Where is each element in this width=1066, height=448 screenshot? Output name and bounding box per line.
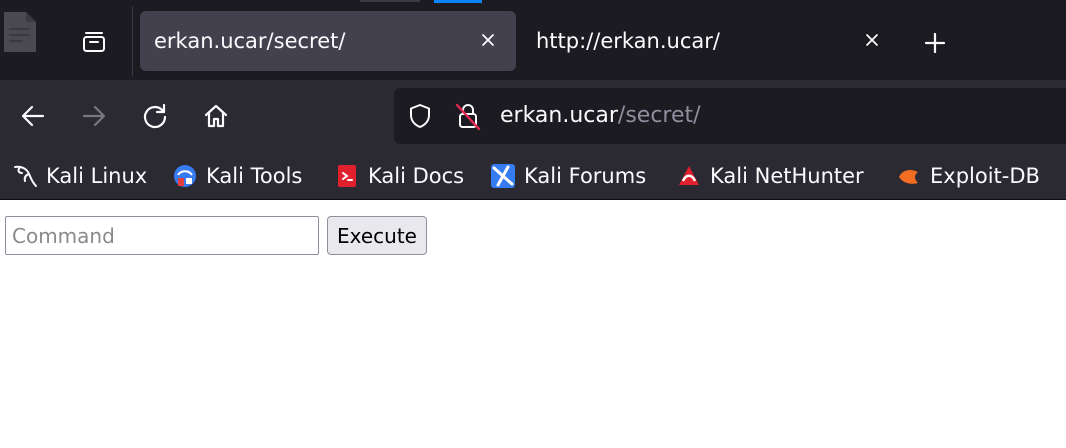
url-path: /secret/ (617, 103, 701, 128)
url-text[interactable]: erkan.ucar/secret/ (500, 103, 701, 128)
forward-arrow-icon (82, 105, 106, 127)
kali-dragon-icon (12, 163, 38, 189)
bookmark-exploit-db[interactable]: Exploit-DB (896, 160, 1040, 192)
home-button[interactable] (196, 96, 236, 136)
kali-nethunter-icon (676, 163, 702, 189)
command-input[interactable] (5, 216, 319, 255)
tab-active[interactable]: erkan.ucar/secret/ (140, 11, 516, 71)
back-button[interactable] (13, 96, 53, 136)
shield-icon[interactable] (406, 102, 434, 130)
bookmark-label: Kali Tools (206, 164, 303, 188)
bookmarks-toolbar: Kali Linux Kali Tools Kali Docs Kali For… (0, 152, 1066, 200)
insecure-lock-icon[interactable] (452, 100, 484, 132)
bookmark-kali-docs[interactable]: Kali Docs (334, 160, 464, 192)
exploit-db-icon (896, 163, 922, 189)
bookmark-label: Kali Docs (368, 164, 465, 188)
home-icon (204, 104, 228, 128)
tab-strip: erkan.ucar/secret/ http://erkan.ucar/ (0, 0, 1066, 80)
tab-list-icon (83, 32, 105, 52)
file-icon (4, 12, 36, 52)
bookmark-label: Kali NetHunter (710, 164, 864, 188)
list-all-tabs-button[interactable] (74, 22, 114, 62)
kali-tools-icon (172, 163, 198, 189)
forward-button[interactable] (74, 96, 114, 136)
plus-icon (924, 32, 946, 54)
bookmark-label: Exploit-DB (930, 164, 1040, 188)
close-icon (482, 34, 494, 46)
reload-icon (143, 103, 167, 129)
close-icon (866, 34, 878, 46)
tab-strip-accent (434, 0, 482, 3)
page-content: Execute (0, 201, 1066, 448)
tab-title: http://erkan.ucar/ (536, 29, 720, 53)
reload-button[interactable] (135, 96, 175, 136)
bookmark-kali-nethunter[interactable]: Kali NetHunter (676, 160, 864, 192)
bookmark-label: Kali Linux (46, 164, 148, 188)
kali-forums-icon (490, 163, 516, 189)
bookmark-label: Kali Forums (524, 164, 647, 188)
address-bar[interactable]: erkan.ucar/secret/ (394, 88, 1066, 144)
tab-strip-edge (360, 0, 420, 2)
tab-title: erkan.ucar/secret/ (154, 29, 346, 53)
kali-docs-icon (334, 163, 360, 189)
navigation-toolbar: erkan.ucar/secret/ (0, 80, 1066, 152)
close-tab-button[interactable] (858, 26, 886, 54)
execute-button[interactable]: Execute (327, 216, 427, 255)
tab-inactive[interactable]: http://erkan.ucar/ (520, 11, 896, 71)
url-host: erkan.ucar (500, 103, 618, 128)
new-tab-button[interactable] (916, 24, 954, 62)
bookmark-kali-tools[interactable]: Kali Tools (172, 160, 302, 192)
tab-strip-separator (132, 6, 133, 76)
back-arrow-icon (21, 105, 45, 127)
close-tab-button[interactable] (474, 26, 502, 54)
bookmark-kali-linux[interactable]: Kali Linux (12, 160, 147, 192)
bookmark-kali-forums[interactable]: Kali Forums (490, 160, 646, 192)
